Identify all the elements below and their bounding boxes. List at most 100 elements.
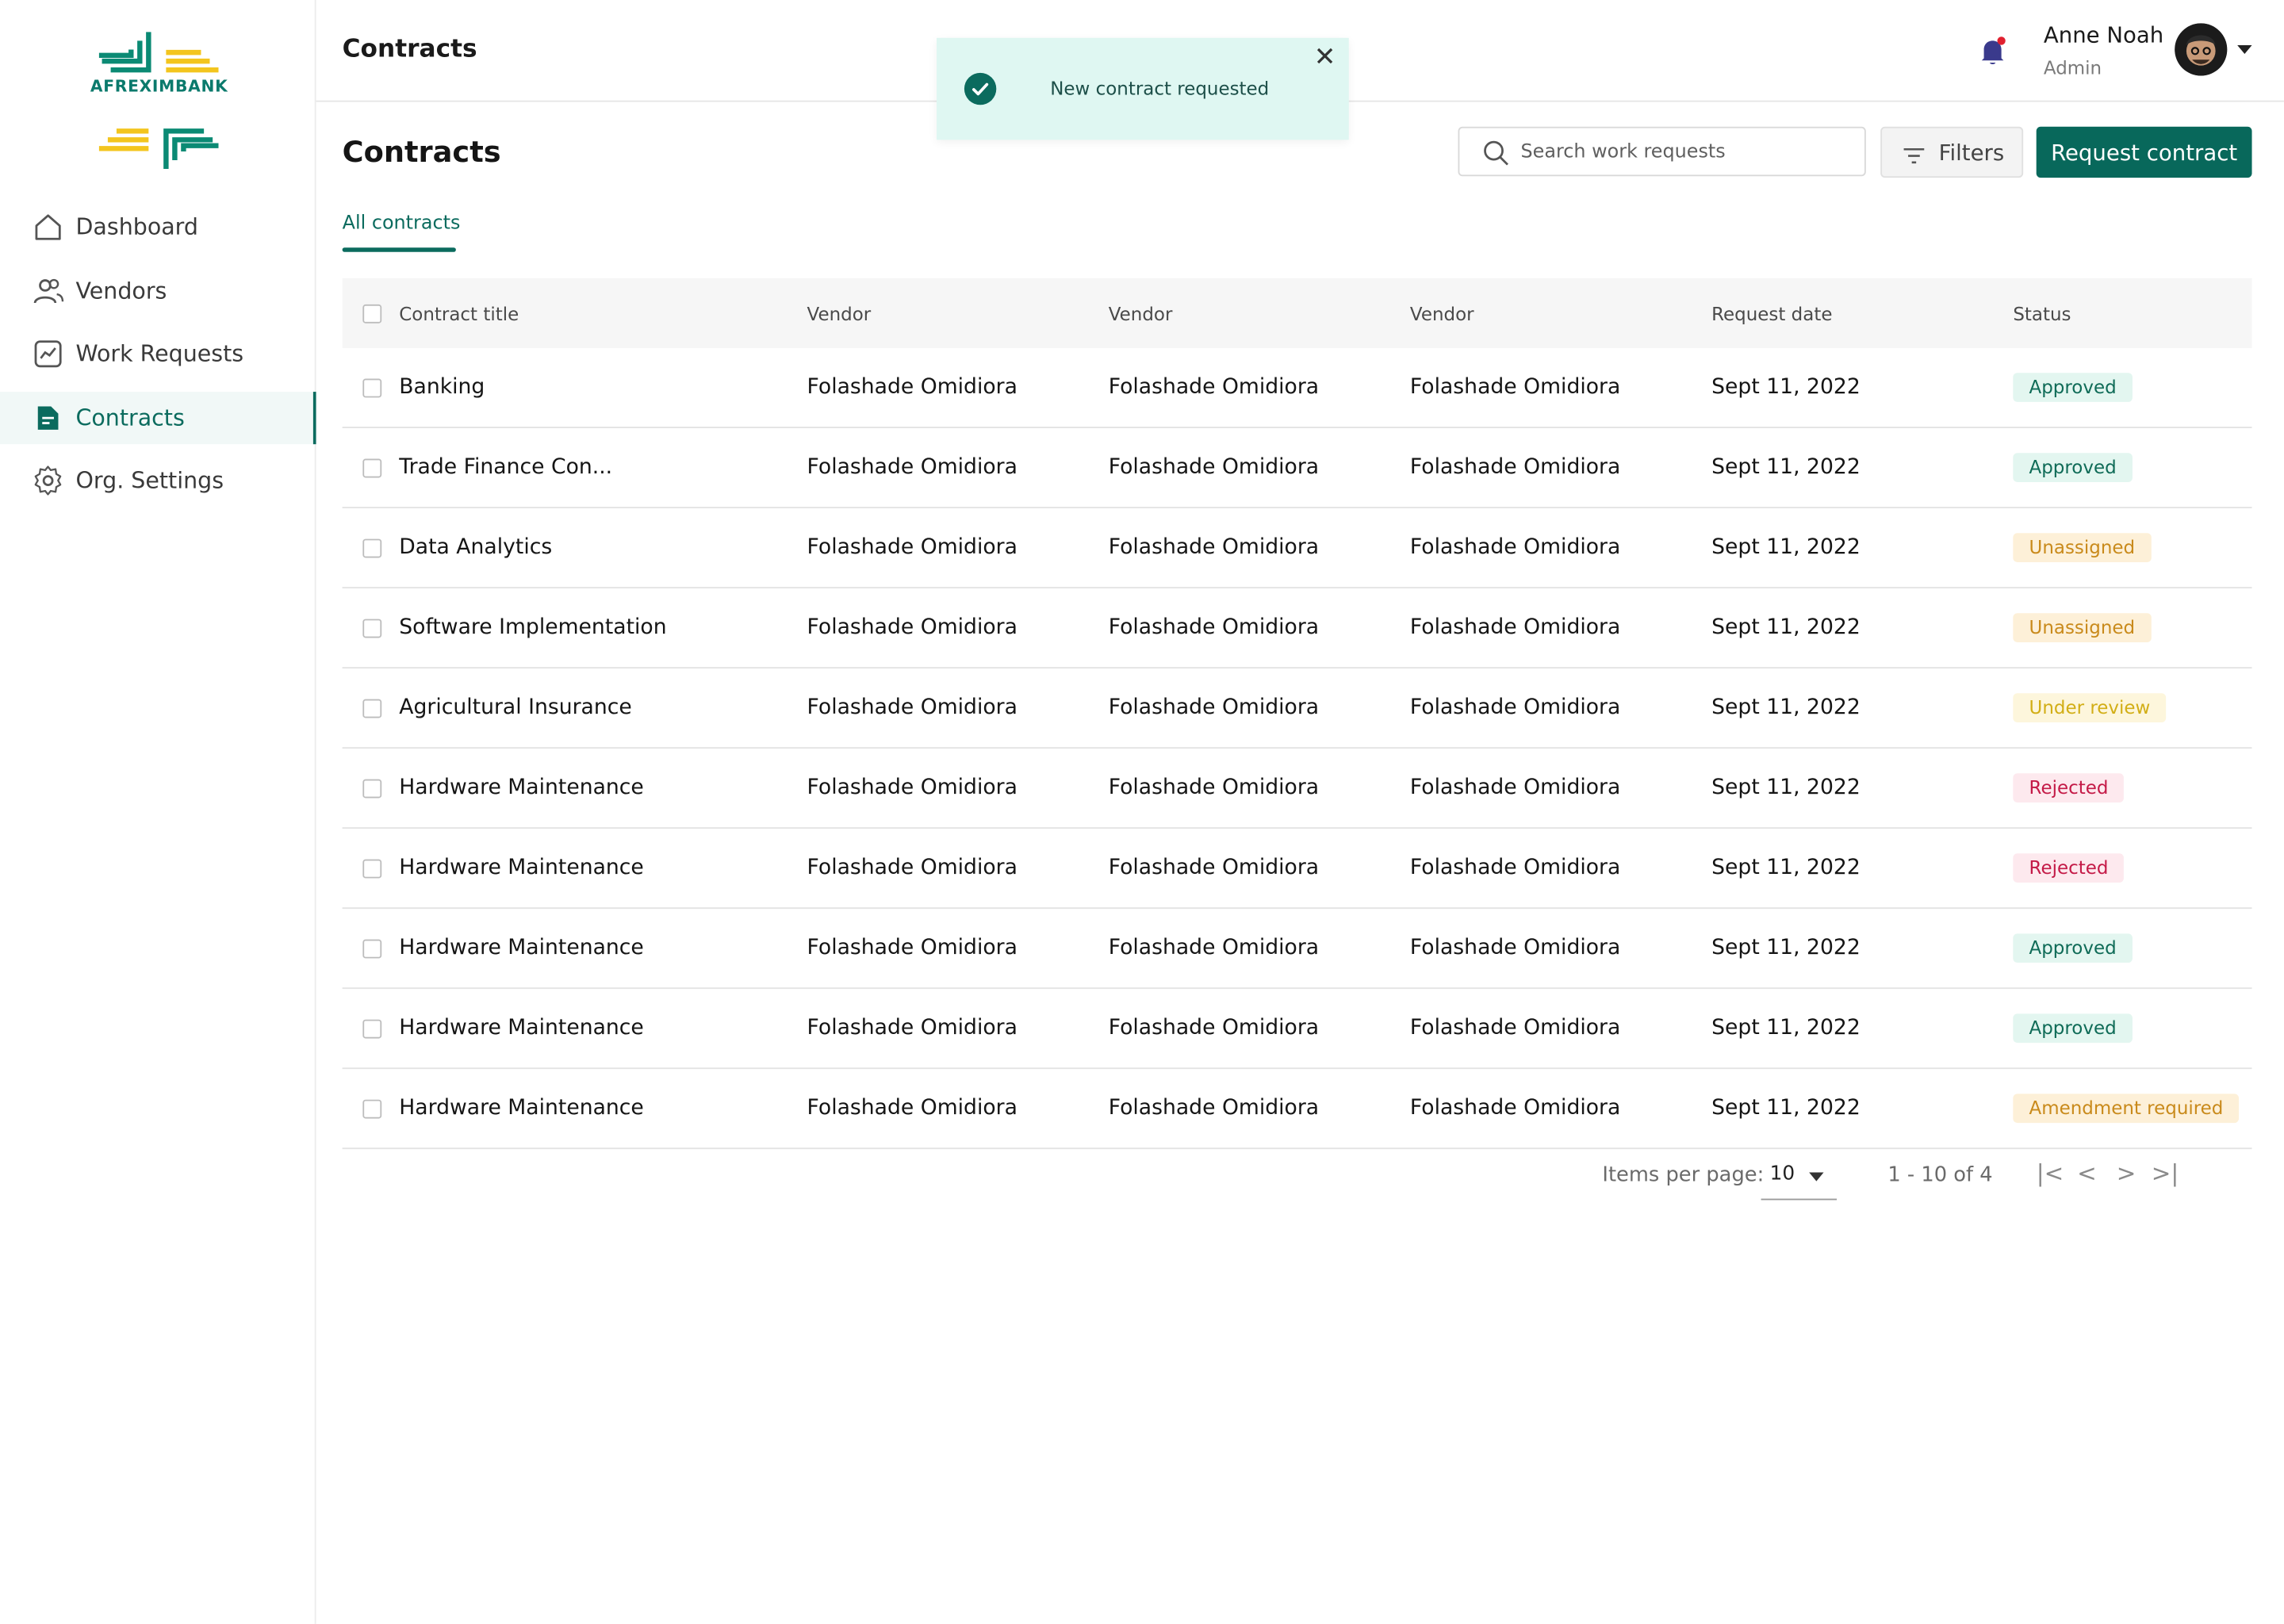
search-input[interactable]: Search work requests [1458,126,1866,177]
status-cell: Approved [2013,989,2133,1067]
contract-title[interactable]: Hardware Maintenance [399,1069,644,1147]
table-row[interactable]: Banking Folashade Omidiora Folashade Omidi… [342,348,2252,428]
column-header[interactable]: Vendor [807,278,872,348]
row-checkbox-cell [362,1069,382,1147]
status-cell: Under review [2013,668,2167,747]
vendor-cell: Folashade Omidiora [807,1017,1017,1040]
row-checkbox[interactable] [362,858,382,878]
table-row[interactable]: Hardware Maintenance Folashade Omidiora Fo… [342,749,2252,829]
row-checkbox-cell [362,909,382,987]
search-icon [1483,140,1509,166]
row-checkbox[interactable] [362,938,382,958]
vendor-cell: Folashade Omidiora [1409,856,1621,880]
column-header[interactable]: Status [2013,278,2071,348]
sidebar-item-contracts[interactable]: Contracts [0,391,316,444]
request-date: Sept 11, 2022 [1711,695,1861,720]
row-checkbox[interactable] [362,1098,382,1118]
user-menu-chevron-down-icon[interactable] [2237,44,2252,54]
items-per-page-select[interactable]: 10 [1761,1161,1838,1201]
row-checkbox-cell [362,588,382,667]
vendor-cell: Folashade Omidiora [1108,615,1320,640]
table-row[interactable]: Hardware Maintenance Folashade Omidiora Fo… [342,989,2252,1070]
status-badge: Under review [2013,693,2167,723]
column-header[interactable]: Request date [1711,278,1832,348]
vendor-cell: Folashade Omidiora [1409,776,1621,800]
contract-title[interactable]: Hardware Maintenance [399,909,644,987]
vendor-cell: Folashade Omidiora [1409,535,1621,560]
status-cell: Approved [2013,428,2133,507]
row-checkbox[interactable] [362,377,382,397]
contract-title[interactable]: Hardware Maintenance [399,749,644,827]
afreximbank-logo: AFREXIMBANK [90,29,228,172]
status-badge: Rejected [2013,773,2125,803]
close-icon[interactable]: ✕ [1314,44,1336,71]
filters-label: Filters [1938,140,2005,167]
row-checkbox[interactable] [362,698,382,718]
previous-page-icon[interactable]: < [2077,1159,2097,1187]
header-title: Contracts [342,35,477,64]
vendor-cell: Folashade Omidiora [1409,1097,1621,1120]
contract-title[interactable]: Data Analytics [399,508,552,587]
table-row[interactable]: Trade Finance Con... Folashade Omidiora Fo… [342,428,2252,509]
sidebar-item-work-requests[interactable]: Work Requests [0,328,315,381]
vendor-cell: Folashade Omidiora [807,615,1017,640]
last-page-icon[interactable]: >| [2152,1159,2179,1187]
avatar[interactable] [2175,23,2228,76]
vendor-cell: Folashade Omidiora [807,375,1017,400]
table-row[interactable]: Hardware Maintenance Folashade Omidiora Fo… [342,909,2252,990]
table-row[interactable]: Software Implementation Folashade Omidior… [342,588,2252,669]
contract-title[interactable]: Hardware Maintenance [399,989,644,1067]
row-checkbox[interactable] [362,458,382,477]
vendor-cell: Folashade Omidiora [807,455,1017,480]
table-row[interactable]: Data Analytics Folashade Omidiora Folashad… [342,508,2252,589]
chart-icon [32,338,63,370]
page-title: Contracts [342,133,501,170]
row-checkbox[interactable] [362,1018,382,1038]
contract-title[interactable]: Hardware Maintenance [399,829,644,907]
row-checkbox-cell [362,989,382,1067]
next-page-icon[interactable]: > [2117,1159,2136,1187]
vendor-cell: Folashade Omidiora [1409,936,1621,960]
header-checkbox-cell [362,278,382,348]
vendor-cell: Folashade Omidiora [1108,856,1320,880]
filters-button[interactable]: Filters [1880,126,2024,178]
tab-all-contracts[interactable]: All contracts [343,213,461,235]
sidebar-item-dashboard[interactable]: Dashboard [0,201,315,253]
request-date: Sept 11, 2022 [1711,615,1861,640]
tab-active-indicator [342,247,456,252]
contract-title[interactable]: Software Implementation [399,588,666,667]
column-header[interactable]: Vendor [1410,278,1474,348]
column-header[interactable]: Vendor [1109,278,1173,348]
status-cell: Unassigned [2013,508,2152,587]
sidebar-item-org-settings[interactable]: Org. Settings [0,455,315,508]
check-circle-icon [964,72,997,105]
sidebar-item-vendors[interactable]: Vendors [0,265,315,317]
row-checkbox[interactable] [362,538,382,557]
home-icon [32,211,63,243]
request-contract-button[interactable]: Request contract [2036,126,2252,178]
column-header[interactable]: Contract title [399,278,519,348]
vendor-cell: Folashade Omidiora [807,936,1017,960]
status-badge: Unassigned [2013,533,2152,562]
user-name[interactable]: Anne Noah [2044,22,2163,48]
contract-title[interactable]: Banking [399,348,485,427]
row-checkbox[interactable] [362,618,382,638]
table-row[interactable]: Hardware Maintenance Folashade Omidiora Fo… [342,829,2252,910]
vendor-cell: Folashade Omidiora [1108,375,1320,400]
filter-icon [1903,144,1926,164]
sidebar-item-label: Work Requests [75,341,244,368]
status-cell: Rejected [2013,749,2125,827]
status-badge: Approved [2013,1013,2133,1044]
select-all-checkbox[interactable] [362,303,382,323]
status-badge: Amendment required [2013,1094,2240,1124]
row-checkbox[interactable] [362,778,382,798]
table-row[interactable]: Agricultural Insurance Folashade Omidiora… [342,668,2252,749]
vendor-cell: Folashade Omidiora [1108,1097,1320,1120]
items-per-page-label: Items per page: [1602,1163,1765,1187]
table-row[interactable]: Hardware Maintenance Folashade Omidiora Fo… [342,1069,2252,1150]
contract-title[interactable]: Trade Finance Con... [399,428,612,507]
first-page-icon[interactable]: |< [2037,1159,2064,1187]
contract-title[interactable]: Agricultural Insurance [399,668,632,747]
vendor-cell: Folashade Omidiora [807,1097,1017,1120]
notification-bell-icon[interactable] [1976,35,2008,67]
